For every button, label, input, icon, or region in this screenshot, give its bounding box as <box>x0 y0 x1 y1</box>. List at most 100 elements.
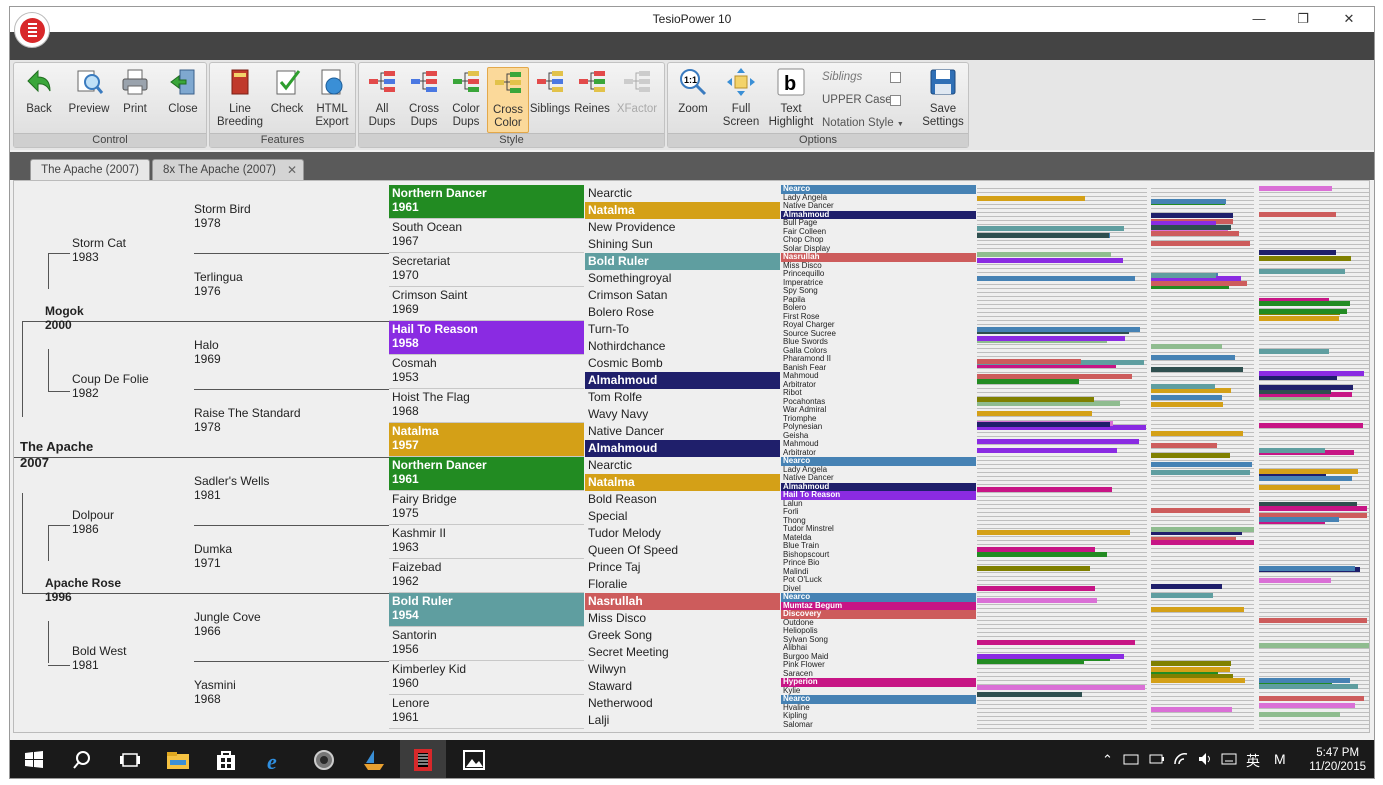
horse-gen6[interactable]: Almahmoud <box>585 372 780 389</box>
horse-gen7[interactable]: Tudor Minstrel <box>781 525 976 534</box>
horse-gen5[interactable]: Bold Ruler 1954 <box>389 593 584 627</box>
color-dups-button[interactable]: Color Dups <box>445 67 487 133</box>
horse-gen7[interactable]: Native Dancer <box>781 202 976 211</box>
horse-gen7[interactable]: Native Dancer <box>781 474 976 483</box>
horse-gen6[interactable]: Somethingroyal <box>585 270 780 287</box>
check-button[interactable]: Check <box>266 67 308 133</box>
horse-gen6[interactable]: Nasrullah <box>585 593 780 610</box>
horse-gen6[interactable]: Crimson Satan <box>585 287 780 304</box>
horse-gen7[interactable]: Royal Charger <box>781 321 976 330</box>
horse-gen6[interactable]: Nearctic <box>585 457 780 474</box>
horse-gen7[interactable]: Spy Song <box>781 287 976 296</box>
horse-gen6[interactable]: Queen Of Speed <box>585 542 780 559</box>
print-button[interactable]: Print <box>114 67 156 133</box>
horse-gen7[interactable]: Pink Flower <box>781 661 976 670</box>
restore-button[interactable]: ❐ <box>1288 10 1318 28</box>
horse-gen7[interactable]: Solar Display <box>781 245 976 254</box>
horse-gen5[interactable]: South Ocean 1967 <box>389 219 584 253</box>
internet-explorer-icon[interactable]: e <box>262 746 290 774</box>
horse-gen5[interactable]: Northern Dancer 1961 <box>389 185 584 219</box>
horse-gen7[interactable]: Nearco <box>781 695 976 704</box>
horse-gen7[interactable]: Pharamond II <box>781 355 976 364</box>
store-icon[interactable] <box>212 746 240 774</box>
horse-gen6[interactable]: Wavy Navy <box>585 406 780 423</box>
horse-gen7[interactable]: Sylvan Song <box>781 636 976 645</box>
horse-gen6[interactable]: New Providence <box>585 219 780 236</box>
horse-gen7[interactable]: Galla Colors <box>781 347 976 356</box>
horse-gen5[interactable]: Faizebad 1962 <box>389 559 584 593</box>
horse-gen5[interactable]: Hail To Reason 1958 <box>389 321 584 355</box>
horse-gen7[interactable]: Thong <box>781 517 976 526</box>
horse-gen7[interactable]: War Admiral <box>781 406 976 415</box>
horse-gen7[interactable]: Hyperion <box>781 678 976 687</box>
photos-icon[interactable] <box>460 746 488 774</box>
horse-gen7[interactable]: Forli <box>781 508 976 517</box>
horse-gen5[interactable]: Hoist The Flag 1968 <box>389 389 584 423</box>
horse-gen6[interactable]: Greek Song <box>585 627 780 644</box>
horse-gen6[interactable]: Nothirdchance <box>585 338 780 355</box>
horse-gen6[interactable]: Wilwyn <box>585 661 780 678</box>
horse-gen5[interactable]: Cosmah 1953 <box>389 355 584 389</box>
horse-gen6[interactable]: Miss Disco <box>585 610 780 627</box>
horse-gen7[interactable]: Pot O'Luck <box>781 576 976 585</box>
task-view-icon[interactable] <box>116 746 144 774</box>
horse-gen6[interactable]: Bolero Rose <box>585 304 780 321</box>
horse-gen5[interactable]: Kashmir II 1963 <box>389 525 584 559</box>
horse-gen5[interactable]: Secretariat 1970 <box>389 253 584 287</box>
horse-gen3[interactable]: Coup De Folie 1982 <box>72 372 149 400</box>
tray-network-icon[interactable] <box>1122 750 1140 768</box>
horse-gen7[interactable]: Mahmoud <box>781 440 976 449</box>
horse-gen4[interactable]: Raise The Standard 1978 <box>194 406 301 434</box>
horse-gen7[interactable]: Saracen <box>781 670 976 679</box>
windows-start-icon[interactable] <box>20 746 48 774</box>
horse-gen7[interactable]: Hail To Reason <box>781 491 976 500</box>
horse-gen5[interactable]: Crimson Saint 1969 <box>389 287 584 321</box>
horse-gen6[interactable]: Shining Sun <box>585 236 780 253</box>
horse-gen7[interactable]: Salomar <box>781 721 976 730</box>
horse-gen7[interactable]: Imperatrice <box>781 279 976 288</box>
horse-gen7[interactable]: Burgoo Maid <box>781 653 976 662</box>
wifi-icon[interactable] <box>1172 750 1190 768</box>
keyboard-icon[interactable] <box>1220 750 1238 768</box>
horse-gen7[interactable]: Heliopolis <box>781 627 976 636</box>
tray-chevron-up-icon[interactable]: ⌃ <box>1102 752 1113 768</box>
taskbar-active-app[interactable] <box>400 740 446 778</box>
horse-gen6[interactable]: Tom Rolfe <box>585 389 780 406</box>
horse-gen7[interactable]: Geisha <box>781 432 976 441</box>
horse-gen4[interactable]: Storm Bird 1978 <box>194 202 251 230</box>
horse-gen7[interactable]: Alibhai <box>781 644 976 653</box>
horse-gen7[interactable]: Miss Disco <box>781 262 976 271</box>
horse-gen6[interactable]: Netherwood <box>585 695 780 712</box>
horse-gen6[interactable]: Prince Taj <box>585 559 780 576</box>
horse-gen5[interactable]: Kimberley Kid 1960 <box>389 661 584 695</box>
horse-gen5[interactable]: Fairy Bridge 1975 <box>389 491 584 525</box>
horse-gen5[interactable]: Natalma 1957 <box>389 423 584 457</box>
horse-gen7[interactable]: Matelda <box>781 534 976 543</box>
horse-gen1[interactable]: The Apache 2007 <box>20 439 93 471</box>
app-logo-icon[interactable] <box>14 12 50 48</box>
horse-gen5[interactable]: Northern Dancer 1961 <box>389 457 584 491</box>
horse-gen7[interactable]: Fair Colleen <box>781 228 976 237</box>
horse-gen7[interactable]: Outdone <box>781 619 976 628</box>
close-button[interactable]: Close <box>162 67 204 133</box>
horse-gen7[interactable]: Prince Bio <box>781 559 976 568</box>
horse-gen7[interactable]: Bolero <box>781 304 976 313</box>
horse-gen7[interactable]: Kylie <box>781 687 976 696</box>
horse-gen4[interactable]: Dumka 1971 <box>194 542 232 570</box>
horse-gen7[interactable]: Papila <box>781 296 976 305</box>
horse-gen6[interactable]: Staward <box>585 678 780 695</box>
horse-gen7[interactable]: Hvaline <box>781 704 976 713</box>
text-highlight-button[interactable]: b Text Highlight <box>764 67 818 133</box>
horse-gen7[interactable]: Nearco <box>781 185 976 194</box>
app-boat-icon[interactable] <box>360 746 388 774</box>
horse-gen7[interactable]: Almahmoud <box>781 210 976 219</box>
horse-gen6[interactable]: Bold Reason <box>585 491 780 508</box>
horse-gen6[interactable]: Almahmoud <box>585 440 780 457</box>
horse-gen7[interactable]: Bull Page <box>781 219 976 228</box>
horse-gen7[interactable]: Polynesian <box>781 423 976 432</box>
horse-gen7[interactable]: Mahmoud <box>781 372 976 381</box>
horse-gen7[interactable]: Nearco <box>781 457 976 466</box>
file-explorer-icon[interactable] <box>164 746 192 774</box>
horse-gen2-sire[interactable]: Mogok 2000 <box>45 304 84 332</box>
horse-gen7[interactable]: Discovery <box>781 610 976 619</box>
